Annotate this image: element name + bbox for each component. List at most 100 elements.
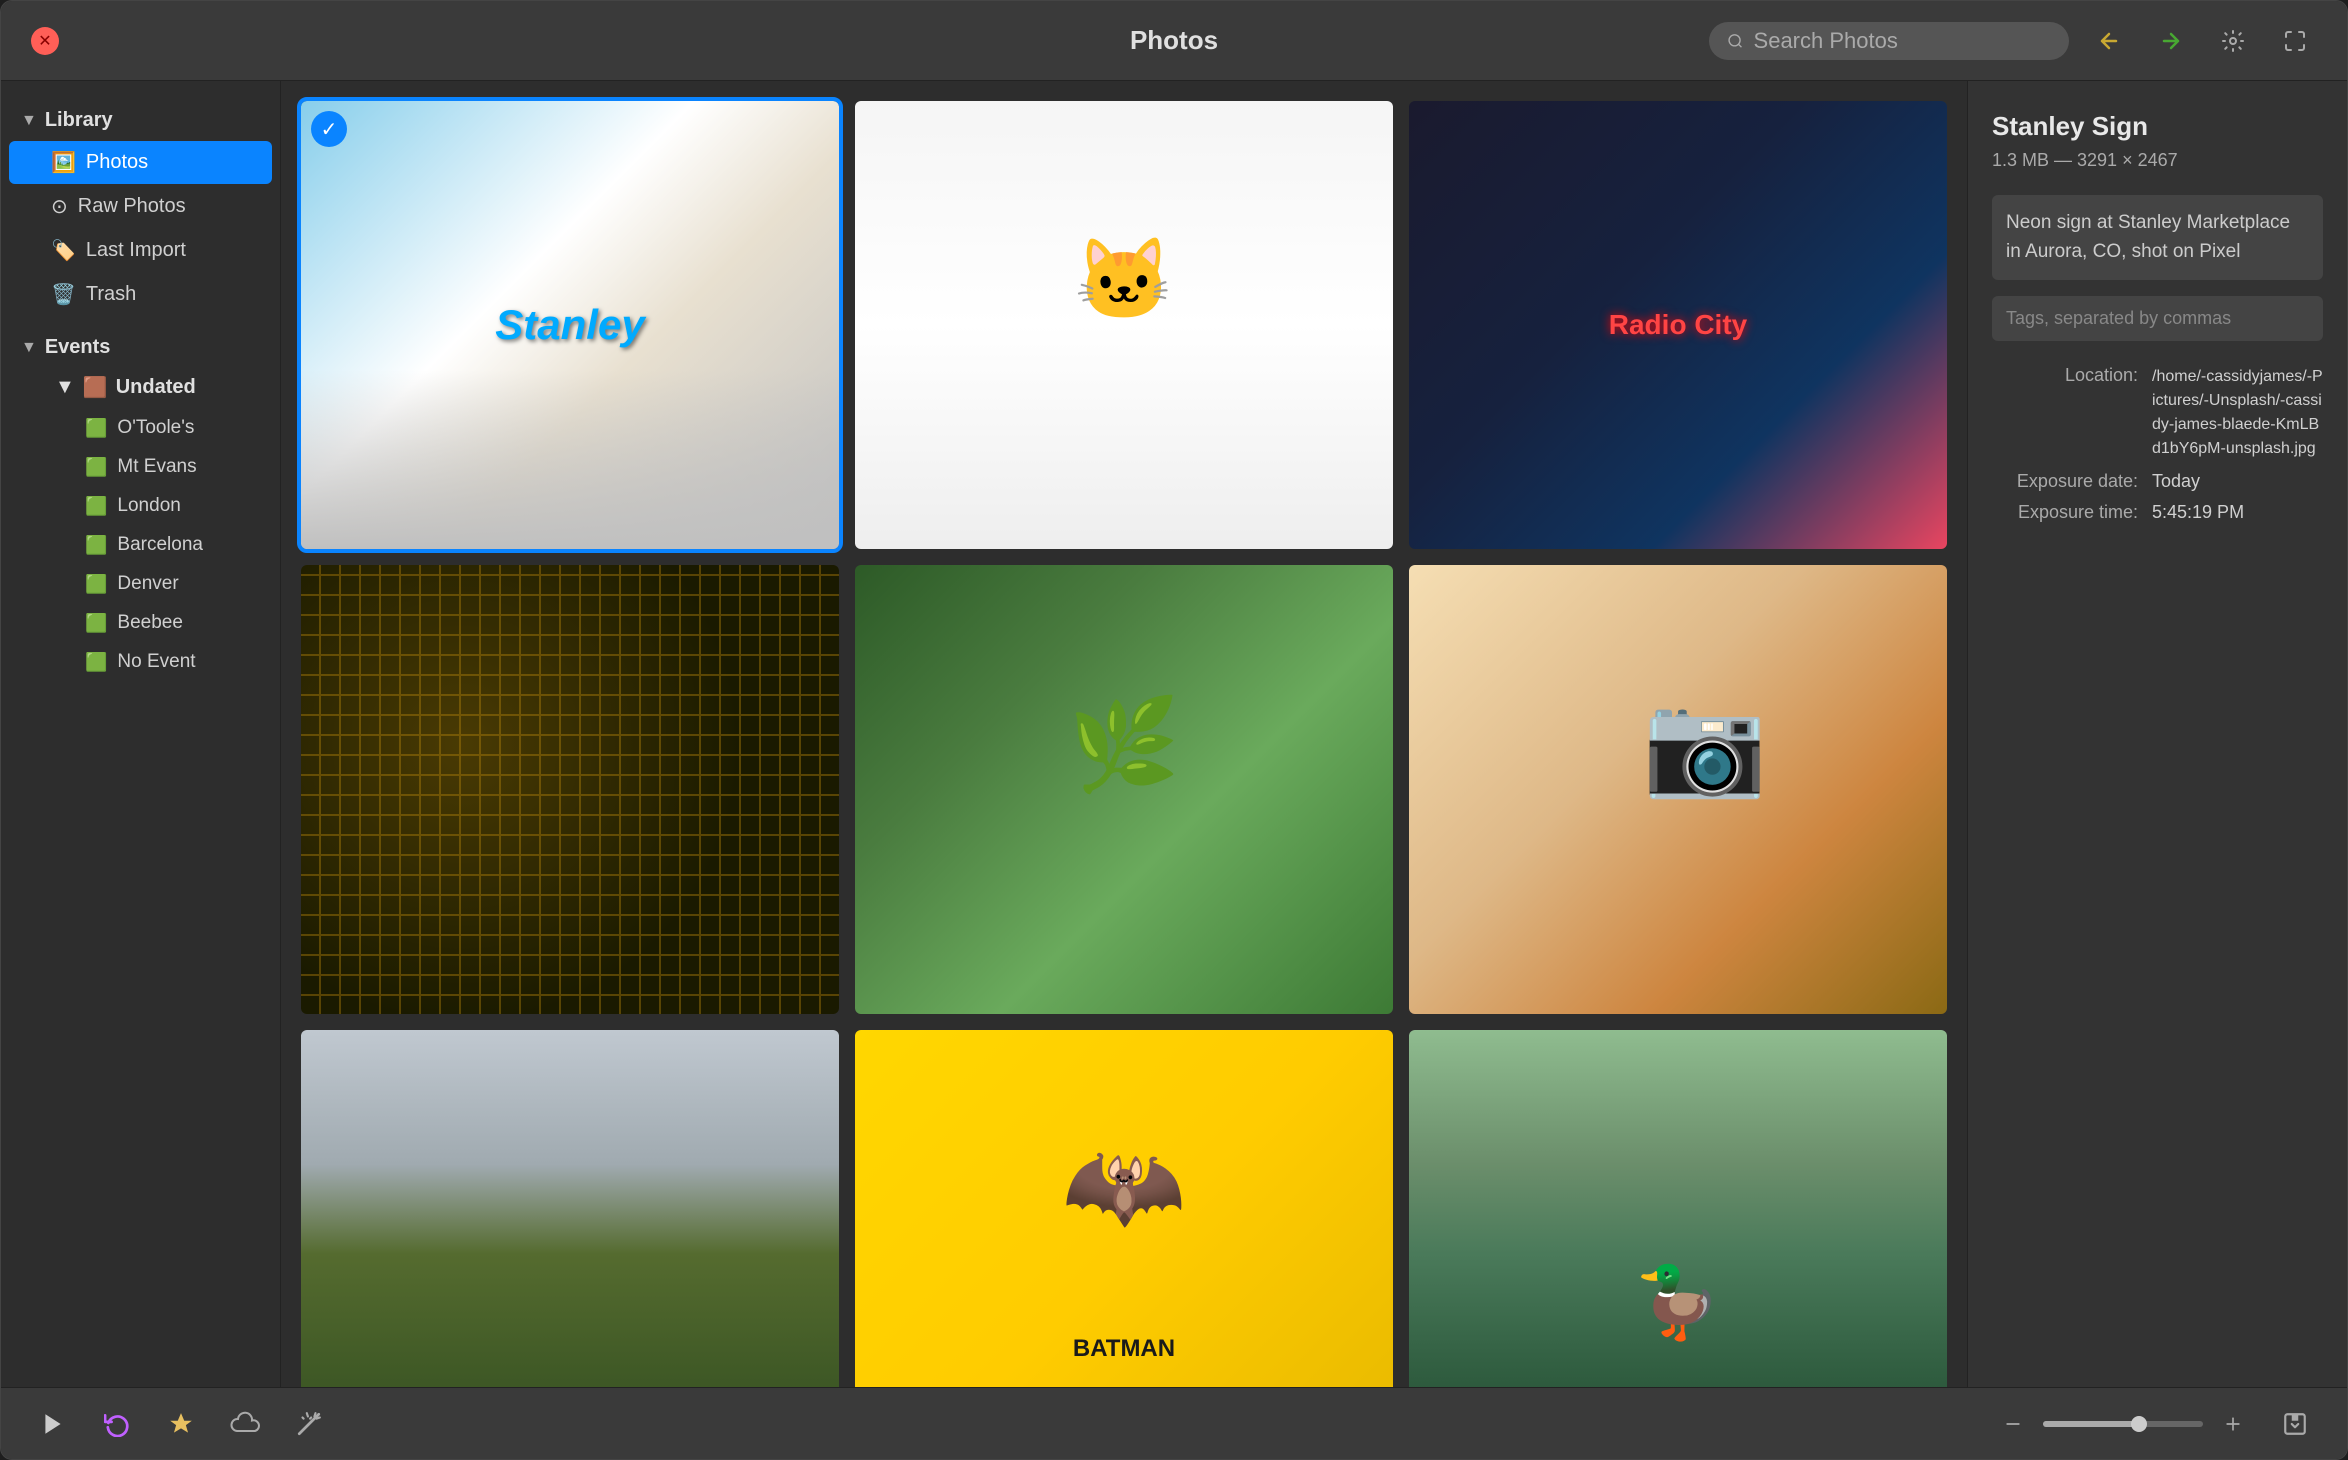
last-import-icon: 🏷️ [51,238,76,263]
titlebar: ✕ Photos [1,1,2347,81]
photo-neon[interactable] [1409,101,1947,549]
search-icon [1727,32,1744,50]
detail-description[interactable]: Neon sign at Stanley Marketplace in Auro… [1992,195,2323,280]
photo-lens[interactable] [1409,565,1947,1013]
back-button[interactable] [2087,19,2131,63]
wand-button[interactable] [287,1402,331,1446]
detail-title: Stanley Sign [1992,111,2323,142]
window-title: Photos [1130,25,1218,56]
enhance-button[interactable] [159,1402,203,1446]
detail-panel: Stanley Sign 1.3 MB — 3291 × 2467 Neon s… [1967,81,2347,1387]
barcelona-label: Barcelona [117,534,203,556]
last-import-label: Last Import [86,239,186,262]
undated-section: ▼ 🟫 Undated 🟩 O'Toole's 🟩 Mt Evans 🟩 Lon… [1,367,280,681]
trash-icon: 🗑️ [51,282,76,307]
photo-batman[interactable] [855,1030,1393,1387]
photo-stanley[interactable]: ✓ [301,101,839,549]
exposure-time-row: Exposure time: 5:45:19 PM [1992,502,2323,523]
zoom-plus-button[interactable] [2215,1406,2251,1442]
beebee-icon: 🟩 [85,613,107,634]
trash-label: Trash [86,283,136,306]
search-container [1709,22,2069,60]
play-icon [40,1411,66,1437]
denver-label: Denver [117,573,178,595]
close-button[interactable]: ✕ [31,27,59,55]
photo-cat[interactable] [855,101,1393,549]
sidebar-item-mt-evans[interactable]: 🟩 Mt Evans [33,448,272,486]
fullscreen-icon [2283,29,2307,53]
sidebar-item-london[interactable]: 🟩 London [33,487,272,525]
undated-chevron: ▼ [55,376,75,399]
sidebar-item-beebee[interactable]: 🟩 Beebee [33,604,272,642]
zoom-plus-icon [2223,1414,2243,1434]
photo-circuit[interactable] [301,565,839,1013]
export-button[interactable] [2273,1402,2317,1446]
undated-folder-icon: 🟫 [83,375,108,400]
beebee-label: Beebee [117,612,183,634]
photo-forest[interactable] [301,1030,839,1387]
export-icon [2282,1411,2308,1437]
enhance-icon [168,1411,194,1437]
detail-meta: 1.3 MB — 3291 × 2467 [1992,150,2323,171]
bottombar [1,1387,2347,1459]
zoom-control [1995,1402,2317,1446]
otooles-label: O'Toole's [117,417,194,439]
library-chevron: ▼ [21,112,37,130]
sidebar-item-photos[interactable]: 🖼️ Photos [9,141,272,184]
sidebar-item-raw-photos[interactable]: ⊙ Raw Photos [9,185,272,228]
mt-evans-icon: 🟩 [85,457,107,478]
undated-label: Undated [116,376,196,399]
sidebar-item-no-event[interactable]: 🟩 No Event [33,643,272,681]
sidebar-item-denver[interactable]: 🟩 Denver [33,565,272,603]
tags-input[interactable]: Tags, separated by commas [1992,296,2323,341]
library-label: Library [45,109,113,132]
cloud-button[interactable] [223,1402,267,1446]
london-icon: 🟩 [85,496,107,517]
no-event-label: No Event [117,651,195,673]
mt-evans-label: Mt Evans [117,456,196,478]
forward-button[interactable] [2149,19,2193,63]
zoom-slider-thumb [2131,1416,2147,1432]
search-input[interactable] [1754,28,2051,54]
zoom-minus-button[interactable] [1995,1406,2031,1442]
library-section-header[interactable]: ▼ Library [1,101,280,140]
events-section-header[interactable]: ▼ Events [1,328,280,367]
photo-grid-area: ✓ [281,81,1967,1387]
gear-icon [2221,29,2245,53]
photo-plant[interactable] [855,565,1393,1013]
photos-icon: 🖼️ [51,150,76,175]
no-event-icon: 🟩 [85,652,107,673]
raw-photos-label: Raw Photos [78,195,186,218]
sidebar-item-barcelona[interactable]: 🟩 Barcelona [33,526,272,564]
sidebar-item-trash[interactable]: 🗑️ Trash [9,273,272,316]
titlebar-controls [1709,19,2317,63]
settings-button[interactable] [2211,19,2255,63]
play-button[interactable] [31,1402,75,1446]
photo-duck[interactable] [1409,1030,1947,1387]
photo-grid: ✓ [301,101,1947,1387]
exposure-date-label: Exposure date: [1992,471,2152,492]
main-layout: ▼ Library 🖼️ Photos ⊙ Raw Photos 🏷️ Last… [1,81,2347,1387]
selection-badge: ✓ [311,111,347,147]
otooles-icon: 🟩 [85,418,107,439]
sidebar: ▼ Library 🖼️ Photos ⊙ Raw Photos 🏷️ Last… [1,81,281,1387]
rotate-icon [104,1411,130,1437]
events-chevron: ▼ [21,339,37,357]
location-row: Location: /home/-cassidyjames/-Pictures/… [1992,365,2323,461]
exposure-date-value: Today [2152,471,2323,492]
cloud-icon [230,1411,260,1437]
undated-header[interactable]: ▼ 🟫 Undated [25,367,280,408]
events-label: Events [45,336,111,359]
zoom-slider[interactable] [2043,1421,2203,1427]
forward-icon [2159,29,2183,53]
sidebar-item-otooles[interactable]: 🟩 O'Toole's [33,409,272,447]
london-label: London [117,495,180,517]
sidebar-item-last-import[interactable]: 🏷️ Last Import [9,229,272,272]
location-label: Location: [1992,365,2152,461]
fullscreen-button[interactable] [2273,19,2317,63]
app-window: ✕ Photos [0,0,2348,1460]
rotate-button[interactable] [95,1402,139,1446]
exposure-time-label: Exposure time: [1992,502,2152,523]
wand-icon [296,1411,322,1437]
barcelona-icon: 🟩 [85,535,107,556]
